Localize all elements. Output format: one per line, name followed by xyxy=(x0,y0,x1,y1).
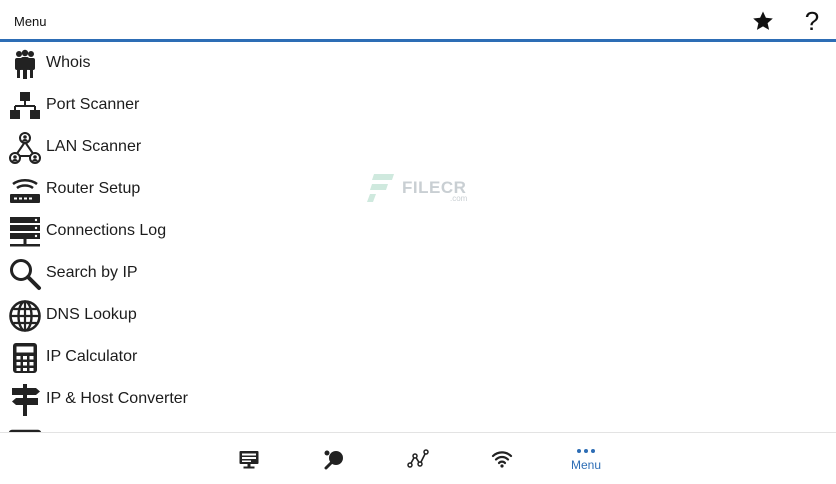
people-icon xyxy=(8,47,42,81)
bottom-nav: Menu xyxy=(0,432,836,484)
wifi-icon xyxy=(491,451,513,468)
menu-list: Whois Port Scanner LAN Scanner Router Se… xyxy=(0,42,836,432)
server-icon xyxy=(8,215,42,249)
menu-item-connections-log[interactable]: Connections Log xyxy=(0,210,836,252)
help-button[interactable]: ? xyxy=(798,5,826,36)
watermark: FILECR .com xyxy=(366,172,468,204)
router-icon xyxy=(8,173,42,207)
watermark-subtext: .com xyxy=(450,194,468,203)
globe-icon xyxy=(8,299,42,333)
ping-pong-icon xyxy=(324,450,343,470)
menu-item-ip-host-converter[interactable]: IP & Host Converter xyxy=(0,378,836,420)
menu-item-label: IP Calculator xyxy=(46,348,138,365)
menu-item-label: IP & Host Converter xyxy=(46,390,188,407)
page-title: Menu xyxy=(14,14,47,29)
menu-item-port-scanner[interactable]: Port Scanner xyxy=(0,84,836,126)
menu-item-label: Port Scanner xyxy=(46,96,140,113)
tab-wifi[interactable] xyxy=(478,433,526,484)
calculator-icon xyxy=(8,341,42,375)
menu-item-lan-scanner[interactable]: LAN Scanner xyxy=(0,126,836,168)
menu-item-dns-lookup[interactable]: DNS Lookup xyxy=(0,294,836,336)
tab-graph[interactable] xyxy=(394,433,442,484)
top-app-bar: Menu ? xyxy=(0,0,836,42)
menu-item-ip-calculator[interactable]: IP Calculator xyxy=(0,336,836,378)
menu-item-label: LAN Scanner xyxy=(46,138,142,155)
star-icon xyxy=(753,11,773,30)
favorite-button[interactable] xyxy=(749,7,777,35)
search-icon xyxy=(8,257,42,291)
menu-item-label: DNS Lookup xyxy=(46,306,137,323)
tab-menu-label: Menu xyxy=(570,458,602,472)
tab-menu[interactable]: Menu xyxy=(562,433,610,484)
menu-item-partial[interactable] xyxy=(0,420,836,432)
tab-display[interactable] xyxy=(225,433,273,484)
filecr-logo-icon xyxy=(367,174,394,202)
network-hierarchy-icon xyxy=(8,89,42,123)
menu-item-whois[interactable]: Whois xyxy=(0,42,836,84)
lan-users-icon xyxy=(8,131,42,165)
signpost-icon xyxy=(8,383,42,417)
display-icon xyxy=(239,451,259,469)
more-dots-icon xyxy=(577,449,595,453)
menu-item-label: Whois xyxy=(46,54,91,71)
menu-item-label: Router Setup xyxy=(46,180,141,197)
menu-item-label: Search by IP xyxy=(46,264,138,281)
help-icon: ? xyxy=(804,5,820,36)
graph-icon xyxy=(407,449,429,468)
menu-item-search-by-ip[interactable]: Search by IP xyxy=(0,252,836,294)
tab-ping[interactable] xyxy=(310,433,358,484)
partial-icon xyxy=(8,425,42,432)
menu-item-label: Connections Log xyxy=(46,222,167,239)
